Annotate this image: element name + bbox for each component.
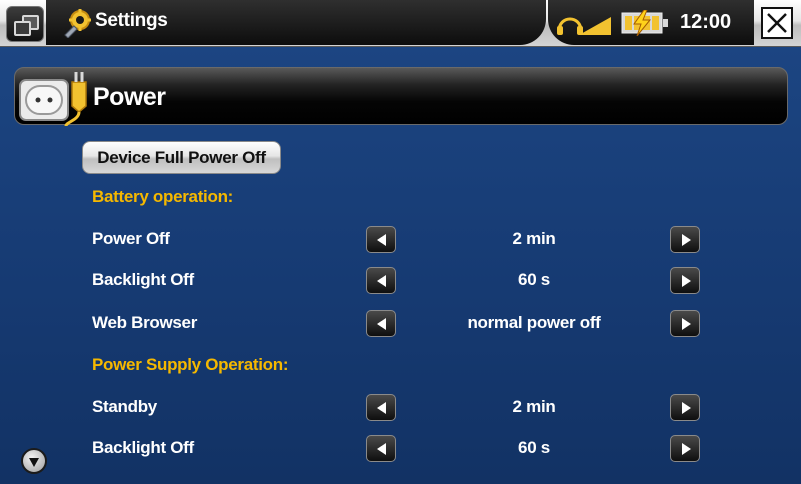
ps-backlight-off-increase-button[interactable] xyxy=(670,435,700,462)
ps-backlight-off-label: Backlight Off xyxy=(92,438,194,457)
standby-increase-button[interactable] xyxy=(670,394,700,421)
section-title: Power xyxy=(93,83,166,111)
clock: 12:00 xyxy=(680,11,732,33)
standby-value: 2 min xyxy=(512,397,556,416)
close-button[interactable] xyxy=(761,7,793,39)
web-browser-value: normal power off xyxy=(467,313,601,332)
power-off-increase-button[interactable] xyxy=(670,226,700,253)
arrow-right-icon xyxy=(682,443,691,455)
backlight-off-value: 60 s xyxy=(518,270,550,289)
web-browser-increase-button[interactable] xyxy=(670,310,700,337)
battery-operation-heading: Battery operation: xyxy=(92,187,234,206)
arrow-left-icon xyxy=(377,402,386,414)
arrow-left-icon xyxy=(377,318,386,330)
ps-backlight-off-decrease-button[interactable] xyxy=(366,435,396,462)
arrow-right-icon xyxy=(682,402,691,414)
app-title: Settings xyxy=(95,10,168,31)
web-browser-decrease-button[interactable] xyxy=(366,310,396,337)
power-off-value: 2 min xyxy=(512,229,556,248)
web-browser-label: Web Browser xyxy=(92,313,198,332)
power-supply-operation-heading: Power Supply Operation: xyxy=(92,355,289,374)
arrow-left-icon xyxy=(377,275,386,287)
headphone-icon xyxy=(557,17,611,35)
arrow-left-icon xyxy=(377,443,386,455)
arrow-left-icon xyxy=(377,234,386,246)
arrow-right-icon xyxy=(682,275,691,287)
top-bar: Settings 12:00 xyxy=(0,0,801,47)
close-icon xyxy=(767,13,787,33)
window-switch-button[interactable] xyxy=(6,6,44,42)
screen: Settings 12:00 Power Device Full Power O… xyxy=(0,0,801,484)
arrow-right-icon xyxy=(682,318,691,330)
power-off-decrease-button[interactable] xyxy=(366,226,396,253)
standby-decrease-button[interactable] xyxy=(366,394,396,421)
ps-backlight-off-value: 60 s xyxy=(518,438,550,457)
backlight-off-increase-button[interactable] xyxy=(670,267,700,294)
scroll-down-button[interactable] xyxy=(21,448,47,474)
scroll-down-icon xyxy=(29,458,39,467)
settings-icon xyxy=(64,9,91,38)
power-plug-icon xyxy=(19,72,87,126)
battery-charging-icon xyxy=(621,10,668,36)
device-full-power-off-button[interactable]: Device Full Power Off xyxy=(82,141,281,174)
backlight-off-decrease-button[interactable] xyxy=(366,267,396,294)
standby-label: Standby xyxy=(92,397,157,416)
arrow-right-icon xyxy=(682,234,691,246)
power-off-label: Power Off xyxy=(92,229,170,248)
backlight-off-label: Backlight Off xyxy=(92,270,194,289)
window-switch-icon-part xyxy=(14,21,31,36)
